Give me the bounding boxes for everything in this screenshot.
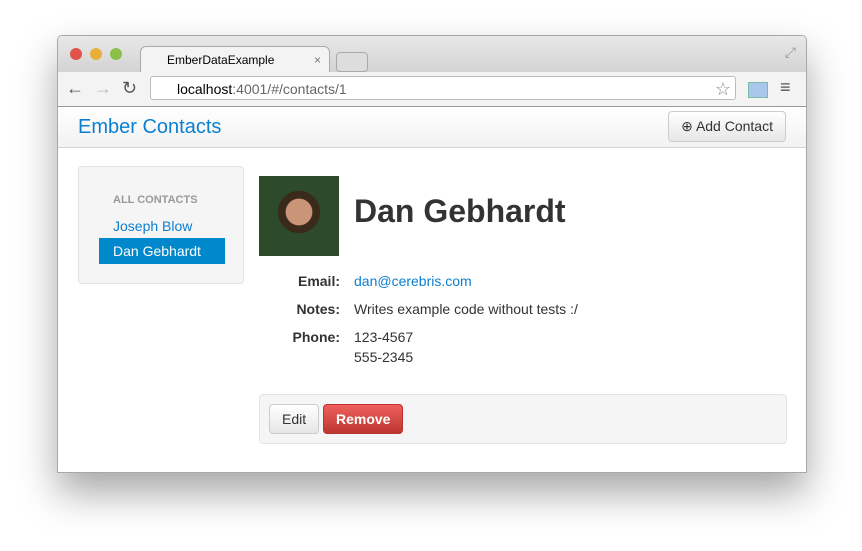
forward-icon[interactable]: → <box>94 78 112 99</box>
remove-button[interactable]: Remove <box>323 404 404 434</box>
zoom-window-button[interactable] <box>110 48 122 60</box>
reload-icon[interactable]: ↻ <box>122 78 137 99</box>
sidebar-item-dan-gebhardt[interactable]: Dan Gebhardt <box>99 238 225 264</box>
extension-icon[interactable] <box>748 82 768 98</box>
tab-title: EmberDataExample <box>167 53 275 67</box>
sidebar-item-joseph-blow[interactable]: Joseph Blow <box>99 213 225 239</box>
browser-toolbar: ← → ↻ localhost:4001/#/contacts/1 ☆ ≡ <box>58 72 806 107</box>
notes-label: Notes: <box>296 301 340 317</box>
add-contact-label: Add Contact <box>695 118 773 134</box>
app-navbar: Ember Contacts ⊕ Add Contact <box>58 107 806 148</box>
tab-close-icon[interactable]: × <box>314 47 321 73</box>
browser-window: EmberDataExample × ⤢ ← → ↻ localhost:4001… <box>57 35 807 473</box>
address-bar[interactable]: localhost:4001/#/contacts/1 ☆ <box>150 76 736 100</box>
contact-name: Dan Gebhardt <box>354 193 566 229</box>
phone-label: Phone: <box>292 329 340 345</box>
sidebar-header: ALL CONTACTS <box>113 194 198 206</box>
minimize-window-button[interactable] <box>90 48 102 60</box>
fullscreen-icon[interactable]: ⤢ <box>785 44 796 61</box>
browser-tab[interactable]: EmberDataExample × <box>140 46 330 73</box>
add-contact-button[interactable]: ⊕ Add Contact <box>668 111 786 142</box>
email-label: Email: <box>297 273 340 289</box>
title-bar: EmberDataExample × ⤢ <box>58 36 806 73</box>
menu-icon[interactable]: ≡ <box>780 77 791 98</box>
brand-link[interactable]: Ember Contacts <box>78 116 221 139</box>
url-host: localhost <box>177 81 233 97</box>
email-link[interactable]: dan@cerebris.com <box>354 273 472 289</box>
actions-well: Edit Remove <box>259 394 787 444</box>
contacts-sidebar: ALL CONTACTS Joseph Blow Dan Gebhardt <box>78 166 244 284</box>
phone-value: 123-4567 <box>354 329 414 345</box>
url-path: :4001/#/contacts/1 <box>232 81 347 97</box>
plus-circle-icon: ⊕ <box>681 118 693 134</box>
bookmark-star-icon[interactable]: ☆ <box>715 77 731 101</box>
phone-value: 555-2345 <box>354 349 414 365</box>
notes-value: Writes example code without tests :/ <box>354 301 578 317</box>
edit-button[interactable]: Edit <box>269 404 320 434</box>
new-tab-button[interactable] <box>336 52 368 72</box>
close-window-button[interactable] <box>70 48 82 60</box>
avatar <box>259 176 339 256</box>
back-icon[interactable]: ← <box>66 78 84 99</box>
